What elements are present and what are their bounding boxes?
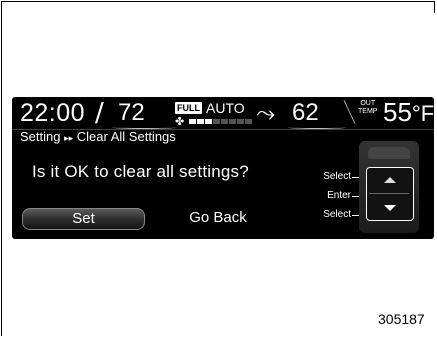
out-temp-divider xyxy=(343,100,356,124)
out-label-line1: OUT xyxy=(360,100,376,107)
fan-speed-bar xyxy=(237,119,244,124)
outside-temp-label: OUT TEMP xyxy=(358,100,377,116)
confirm-question: Is it OK to clear all settings? xyxy=(32,162,249,181)
breadcrumb-separator: ▸▸ xyxy=(64,133,74,143)
select-up-label: Select xyxy=(323,171,351,182)
enter-label: Enter xyxy=(327,190,351,201)
outside-temperature: 55°F xyxy=(383,97,434,128)
navigation-pad[interactable] xyxy=(366,167,414,221)
fan-speed-bar xyxy=(197,119,204,124)
frame-corner xyxy=(434,1,435,13)
full-badge: FULL xyxy=(175,102,202,114)
airflow-vent-icon: ⤳ xyxy=(256,100,276,127)
divider-slash: / xyxy=(95,98,104,128)
fan-speed-bar xyxy=(189,119,196,124)
clock: 22:00 xyxy=(20,99,86,127)
figure-number: 305187 xyxy=(378,311,425,327)
go-back-button[interactable]: Go Back xyxy=(158,208,278,228)
select-down-label: Select xyxy=(323,209,351,220)
breadcrumb: Setting ▸▸ Clear All Settings xyxy=(20,129,176,144)
display-screen: 22:00 / 72 FULL AUTO ✤ ⤳ 62 OUT TEMP 55°… xyxy=(12,97,434,239)
enter-button[interactable] xyxy=(369,193,409,194)
fan-speed-bar xyxy=(245,119,252,124)
knob-top xyxy=(368,147,410,159)
fan-speed-bar xyxy=(229,119,236,124)
breadcrumb-current: Clear All Settings xyxy=(76,129,176,144)
fan-speed-bar xyxy=(221,119,228,124)
driver-temperature: 72 xyxy=(118,99,145,126)
set-button[interactable]: Set xyxy=(22,208,145,230)
fan-speed-bar xyxy=(205,119,212,124)
out-label-line2: TEMP xyxy=(358,108,378,115)
down-arrow-icon[interactable] xyxy=(384,205,396,211)
fan-icon: ✤ xyxy=(175,116,185,128)
passenger-temperature: 62 xyxy=(292,99,319,126)
climate-mode: AUTO xyxy=(206,100,245,116)
fan-speed-bar xyxy=(213,119,220,124)
up-arrow-icon[interactable] xyxy=(384,177,396,183)
breadcrumb-parent: Setting xyxy=(20,129,61,144)
control-knob-panel xyxy=(359,141,419,233)
outside-temp-unit: °F xyxy=(411,101,434,126)
outside-temp-value: 55 xyxy=(383,97,412,127)
